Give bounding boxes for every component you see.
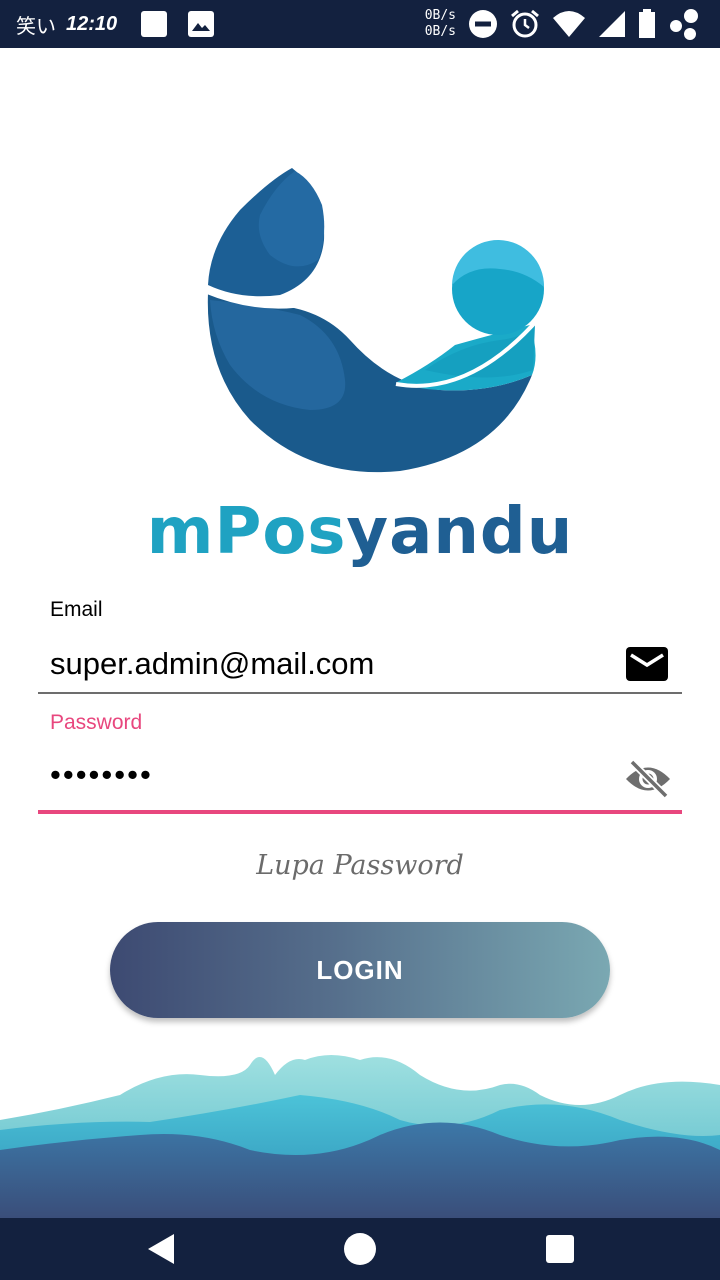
visibility-off-icon[interactable] bbox=[624, 758, 672, 800]
password-underline bbox=[38, 810, 682, 814]
home-icon[interactable] bbox=[344, 1233, 376, 1265]
email-icon bbox=[626, 647, 668, 681]
app-bubble-icon bbox=[670, 9, 698, 40]
wifi-icon bbox=[553, 11, 585, 37]
net-up-speed: 0B/s bbox=[424, 8, 456, 23]
mposyandu-logo-icon bbox=[205, 168, 545, 473]
password-field[interactable]: •••••••• bbox=[50, 757, 153, 793]
brand-title: mPosyandu bbox=[0, 492, 720, 572]
recents-icon[interactable] bbox=[546, 1235, 574, 1263]
email-field[interactable]: super.admin@mail.com bbox=[50, 646, 374, 682]
forgot-password-link[interactable]: Lupa Password bbox=[0, 850, 720, 881]
carrier-label: 笑い bbox=[16, 13, 56, 38]
back-icon[interactable] bbox=[146, 1232, 176, 1266]
image-icon bbox=[188, 11, 215, 37]
battery-icon bbox=[639, 9, 655, 38]
network-speed: 0B/s 0B/s bbox=[425, 8, 456, 40]
status-bar: 笑い 12:10 0B/s 0B/s bbox=[0, 0, 720, 48]
email-underline bbox=[38, 692, 682, 694]
password-label: Password bbox=[50, 711, 143, 734]
alarm-icon bbox=[511, 9, 539, 38]
brand-name-part1: mPos bbox=[146, 495, 347, 569]
brand-name-part2: yandu bbox=[346, 495, 574, 569]
login-button[interactable]: LOGIN bbox=[110, 922, 610, 1018]
decorative-waves bbox=[0, 1055, 720, 1218]
do-not-disturb-icon bbox=[469, 10, 497, 38]
clock: 12:10 bbox=[66, 12, 118, 35]
email-label: Email bbox=[50, 598, 103, 621]
signal-icon bbox=[599, 11, 625, 37]
notification-square-icon bbox=[141, 11, 168, 37]
net-down-speed: 0B/s bbox=[424, 24, 456, 39]
